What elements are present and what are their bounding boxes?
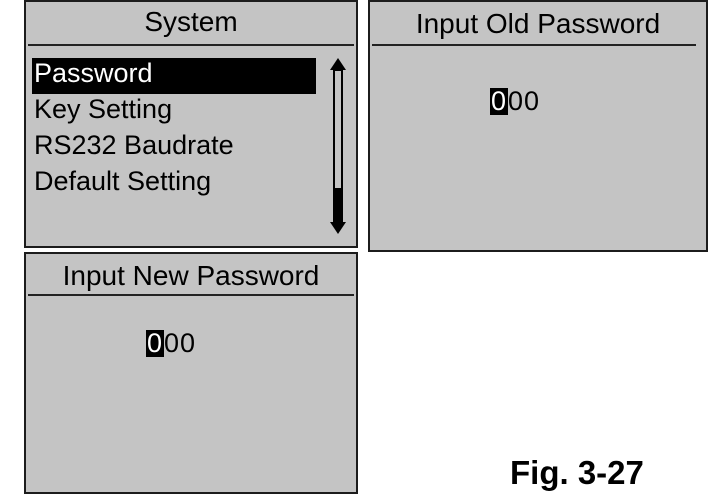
system-menu-title: System [144,6,238,37]
system-menu-list: Password Key Setting RS232 Baudrate Defa… [32,58,316,202]
title-divider [28,294,354,296]
scrollbar-thumb[interactable] [335,188,341,221]
scrollbar-track[interactable] [333,69,343,223]
password-cursor-digit: 0 [490,86,509,116]
title-divider [372,44,696,46]
title-divider [28,44,354,46]
new-password-screen: Input New Password 000 [24,252,358,494]
triangle-down-icon[interactable] [330,222,346,234]
menu-item-key-setting[interactable]: Key Setting [32,94,316,130]
menu-item-rs232-baudrate[interactable]: RS232 Baudrate [32,130,316,166]
password-cursor-digit: 0 [146,328,165,358]
password-digits: 00 [164,328,197,358]
old-password-screen: Input Old Password 000 [368,0,708,252]
old-password-title: Input Old Password [415,8,661,39]
old-password-field[interactable]: 000 [490,88,540,115]
new-password-field[interactable]: 000 [146,330,196,357]
password-digits: 00 [508,86,541,116]
menu-scrollbar[interactable] [330,58,346,234]
system-menu-screen: System Password Key Setting RS232 Baudra… [24,0,358,248]
menu-item-default-setting[interactable]: Default Setting [32,166,316,202]
figure-caption: Fig. 3-27 [510,454,644,491]
menu-item-password[interactable]: Password [32,58,316,94]
new-password-title: Input New Password [62,260,320,291]
